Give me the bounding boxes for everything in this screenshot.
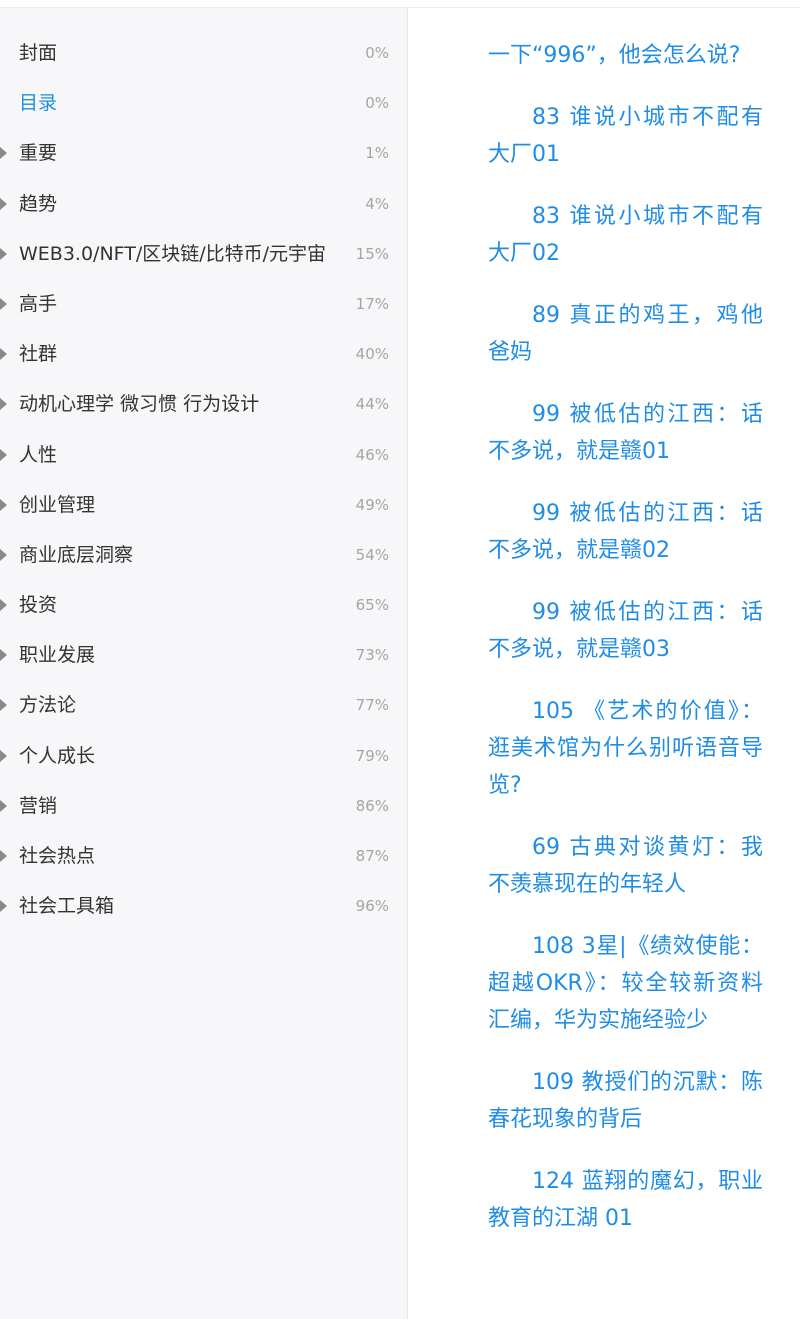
toc-item-label: 人性 <box>19 443 58 466</box>
expand-arrow-icon[interactable] <box>0 900 7 913</box>
toc-item[interactable]: 社群 40% <box>0 329 407 379</box>
toc-item-percent: 0% <box>365 44 389 62</box>
toc-item-percent: 73% <box>355 646 389 665</box>
toc-item-label: 投资 <box>19 594 58 617</box>
toc-item-label: 方法论 <box>19 694 77 717</box>
toc-item-percent: 17% <box>355 294 389 313</box>
toc-item-percent: 4% <box>365 194 389 213</box>
top-border <box>0 0 800 8</box>
toc-item[interactable]: 趋势 4% <box>0 179 407 229</box>
toc-item[interactable]: 目录 0% <box>0 78 407 128</box>
expand-arrow-icon[interactable] <box>0 398 7 411</box>
toc-item[interactable]: 高手 17% <box>0 279 407 329</box>
toc-item[interactable]: WEB3.0/NFT/区块链/比特币/元宇宙 15% <box>0 229 407 279</box>
toc-entry-link[interactable]: 83 谁说小城市不配有大厂01 <box>488 99 763 173</box>
toc-item-label: 目录 <box>19 92 58 115</box>
toc-item-label: 营销 <box>19 794 58 817</box>
expand-arrow-icon[interactable] <box>0 448 7 461</box>
toc-entries: 一下“996”，他会怎么说? 83 谁说小城市不配有大厂01 83 谁说小城市不配有… <box>488 37 763 1262</box>
toc-item-percent: 44% <box>355 395 389 414</box>
toc-item[interactable]: 社会工具箱 96% <box>0 881 407 931</box>
toc-item-label: 趋势 <box>19 192 58 215</box>
toc-item-label: 创业管理 <box>19 493 96 516</box>
toc-item-label: 封面 <box>19 42 58 64</box>
toc-item-label: 社群 <box>19 343 58 366</box>
toc-sidebar: 封面 0% 目录 0% 重要 1% 趋势 4% WEB3.0/NFT/区块链/比特币/元宇宙 15… <box>0 8 408 1319</box>
toc-item-label: 个人成长 <box>19 744 96 767</box>
expand-arrow-icon[interactable] <box>0 147 7 160</box>
toc-entry-link[interactable]: 124 蓝翔的魔幻，职业教育的江湖 01 <box>488 1163 763 1237</box>
toc-item-label: 高手 <box>19 292 58 315</box>
toc-item-percent: 87% <box>355 847 389 865</box>
expand-arrow-icon[interactable] <box>0 599 7 612</box>
toc-item-percent: 77% <box>355 696 389 715</box>
toc-item-label: 动机心理学 微习惯 行为设计 <box>19 393 260 416</box>
expand-arrow-icon[interactable] <box>0 749 7 762</box>
toc-entry-link[interactable]: 83 谁说小城市不配有大厂02 <box>488 198 763 272</box>
toc-entry-link[interactable]: 109 教授们的沉默：陈春花现象的背后 <box>488 1064 763 1138</box>
toc-item-percent: 54% <box>355 545 389 564</box>
toc-item[interactable]: 人性 46% <box>0 430 407 480</box>
toc-entry-link[interactable]: 一下“996”，他会怎么说? <box>488 37 763 74</box>
toc-entry-link[interactable]: 105 《艺术的价值》：逛美术馆为什么别听语音导览? <box>488 693 763 804</box>
expand-arrow-icon[interactable] <box>0 548 7 561</box>
toc-entry-link[interactable]: 99 被低估的江西：话不多说，就是赣01 <box>488 396 763 470</box>
toc-item-percent: 86% <box>355 796 389 815</box>
toc-item-label: WEB3.0/NFT/区块链/比特币/元宇宙 <box>19 242 327 265</box>
expand-arrow-icon[interactable] <box>0 799 7 812</box>
toc-item[interactable]: 社会热点 87% <box>0 831 407 881</box>
expand-arrow-icon[interactable] <box>0 348 7 361</box>
expand-arrow-icon[interactable] <box>0 850 7 862</box>
toc-item-percent: 40% <box>355 345 389 364</box>
toc-entry-link[interactable]: 108 3星|《绩效使能：超越OKR》：较全较新资料汇编，华为实施经验少 <box>488 928 763 1039</box>
toc-item[interactable]: 商业底层洞察 54% <box>0 530 407 580</box>
toc-item[interactable]: 重要 1% <box>0 128 407 178</box>
toc-list: 封面 0% 目录 0% 重要 1% 趋势 4% WEB3.0/NFT/区块链/比特币/元宇宙 15… <box>0 28 407 931</box>
toc-item-label: 商业底层洞察 <box>19 543 134 566</box>
toc-item-label: 社会工具箱 <box>19 895 115 918</box>
expand-arrow-icon[interactable] <box>0 649 7 662</box>
toc-item-percent: 49% <box>355 495 389 514</box>
expand-arrow-icon[interactable] <box>0 498 7 511</box>
expand-arrow-icon[interactable] <box>0 699 7 712</box>
toc-entry-link[interactable]: 99 被低估的江西：话不多说，就是赣02 <box>488 495 763 569</box>
toc-entry-link[interactable]: 99 被低估的江西：话不多说，就是赣03 <box>488 594 763 668</box>
toc-item[interactable]: 营销 86% <box>0 781 407 831</box>
toc-item-percent: 1% <box>365 144 389 163</box>
toc-item[interactable]: 方法论 77% <box>0 680 407 730</box>
toc-item-percent: 96% <box>355 897 389 916</box>
toc-item-percent: 46% <box>355 445 389 464</box>
toc-item-percent: 65% <box>355 596 389 615</box>
toc-item-label: 重要 <box>19 142 58 165</box>
expand-arrow-icon[interactable] <box>0 197 7 210</box>
toc-entry-link[interactable]: 89 真正的鸡王，鸡他爸妈 <box>488 297 763 371</box>
toc-item-percent: 0% <box>365 94 389 113</box>
toc-entry-link[interactable]: 69 古典对谈黄灯：我不羡慕现在的年轻人 <box>488 829 763 903</box>
toc-item[interactable]: 投资 65% <box>0 580 407 630</box>
toc-item[interactable]: 封面 0% <box>0 28 407 78</box>
toc-item[interactable]: 动机心理学 微习惯 行为设计 44% <box>0 379 407 429</box>
toc-item-percent: 15% <box>355 244 389 263</box>
toc-content-pane: 一下“996”，他会怎么说? 83 谁说小城市不配有大厂01 83 谁说小城市不配有… <box>408 8 800 1319</box>
toc-item-label: 社会热点 <box>19 845 96 867</box>
toc-item[interactable]: 职业发展 73% <box>0 630 407 680</box>
expand-arrow-icon[interactable] <box>0 247 7 260</box>
expand-arrow-icon[interactable] <box>0 297 7 310</box>
toc-item[interactable]: 个人成长 79% <box>0 731 407 781</box>
toc-item-label: 职业发展 <box>19 644 96 667</box>
toc-item-percent: 79% <box>355 746 389 765</box>
toc-item[interactable]: 创业管理 49% <box>0 480 407 530</box>
